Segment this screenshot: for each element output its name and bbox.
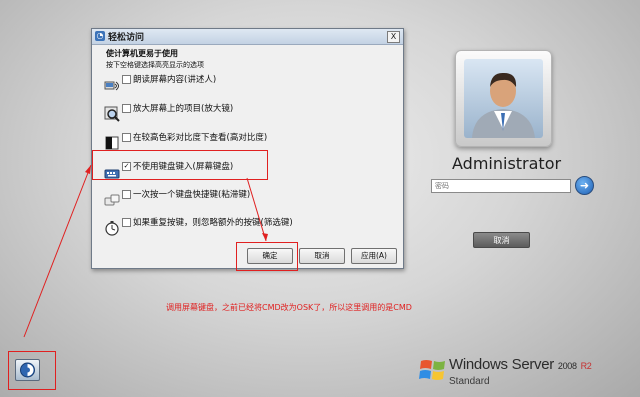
option-magnifier[interactable]: 放大屏幕上的项目(放大镜) — [104, 104, 394, 126]
option-label: 在较高色彩对比度下查看(高对比度) — [133, 133, 268, 143]
filter-keys-checkbox[interactable] — [122, 218, 131, 227]
magnifier-icon — [104, 106, 120, 122]
option-label: 一次按一个键盘快捷键(粘滞键) — [133, 190, 251, 200]
option-label: 放大屏幕上的项目(放大镜) — [133, 104, 234, 114]
avatar — [464, 59, 543, 138]
brand-version: 2008 — [557, 361, 577, 371]
sticky-keys-icon — [104, 194, 120, 206]
ease-of-access-dialog: ◔ 轻松访问 X 使计算机更易于使用 按下空格键选择高亮显示的选项 朗读屏幕内容… — [91, 28, 404, 269]
brand-name: Windows Server 2008 R2 — [449, 356, 592, 373]
dialog-title: 轻松访问 — [108, 33, 145, 43]
option-sticky-keys[interactable]: 一次按一个键盘快捷键(粘滞键) — [104, 190, 394, 212]
ease-of-access-icon — [20, 362, 35, 378]
dialog-titlebar[interactable]: ◔ 轻松访问 X — [92, 29, 403, 45]
user-avatar-icon — [472, 72, 535, 138]
ease-of-access-button[interactable] — [15, 359, 40, 381]
username-label: Administrator — [452, 154, 562, 173]
windows-flag-icon — [419, 360, 445, 380]
cancel-button[interactable]: 取消 — [299, 248, 345, 264]
sticky-keys-checkbox[interactable] — [122, 190, 131, 199]
magnifier-checkbox[interactable] — [122, 104, 131, 113]
password-input[interactable] — [431, 179, 571, 193]
high-contrast-icon — [105, 136, 119, 150]
filter-keys-icon — [105, 221, 119, 236]
option-narrator[interactable]: 朗读屏幕内容(讲述人) — [104, 75, 394, 97]
dialog-subheading: 按下空格键选择高亮显示的选项 — [106, 61, 204, 69]
narrator-icon — [104, 81, 119, 91]
annotation-text: 调用屏幕键盘，之前已经将CMD改为OSK了，所以这里调用的是CMD — [166, 303, 412, 312]
apply-button[interactable]: 应用(A) — [351, 248, 397, 264]
ease-of-access-icon: ◔ — [95, 31, 105, 41]
login-cancel-button[interactable]: 取消 — [473, 232, 530, 248]
dialog-heading: 使计算机更易于使用 — [106, 49, 178, 58]
high-contrast-checkbox[interactable] — [122, 133, 131, 142]
close-button[interactable]: X — [387, 31, 400, 43]
arrow-to-option — [23, 164, 92, 338]
narrator-checkbox[interactable] — [122, 75, 131, 84]
windows-server-logo: Windows Server 2008 R2 Standard — [419, 354, 619, 390]
highlight-ok-button — [236, 242, 298, 271]
brand-release: R2 — [580, 361, 592, 371]
option-filter-keys[interactable]: 如果重复按键，则忽略额外的按键(筛选键) — [104, 218, 394, 240]
option-label: 如果重复按键，则忽略额外的按键(筛选键) — [133, 218, 293, 228]
submit-arrow-button[interactable]: ➜ — [575, 176, 594, 195]
brand-product: Windows Server — [449, 356, 554, 373]
highlight-keyboard-option — [92, 150, 268, 180]
user-tile[interactable] — [455, 50, 552, 147]
brand-edition: Standard — [449, 376, 490, 387]
option-label: 朗读屏幕内容(讲述人) — [133, 75, 217, 85]
